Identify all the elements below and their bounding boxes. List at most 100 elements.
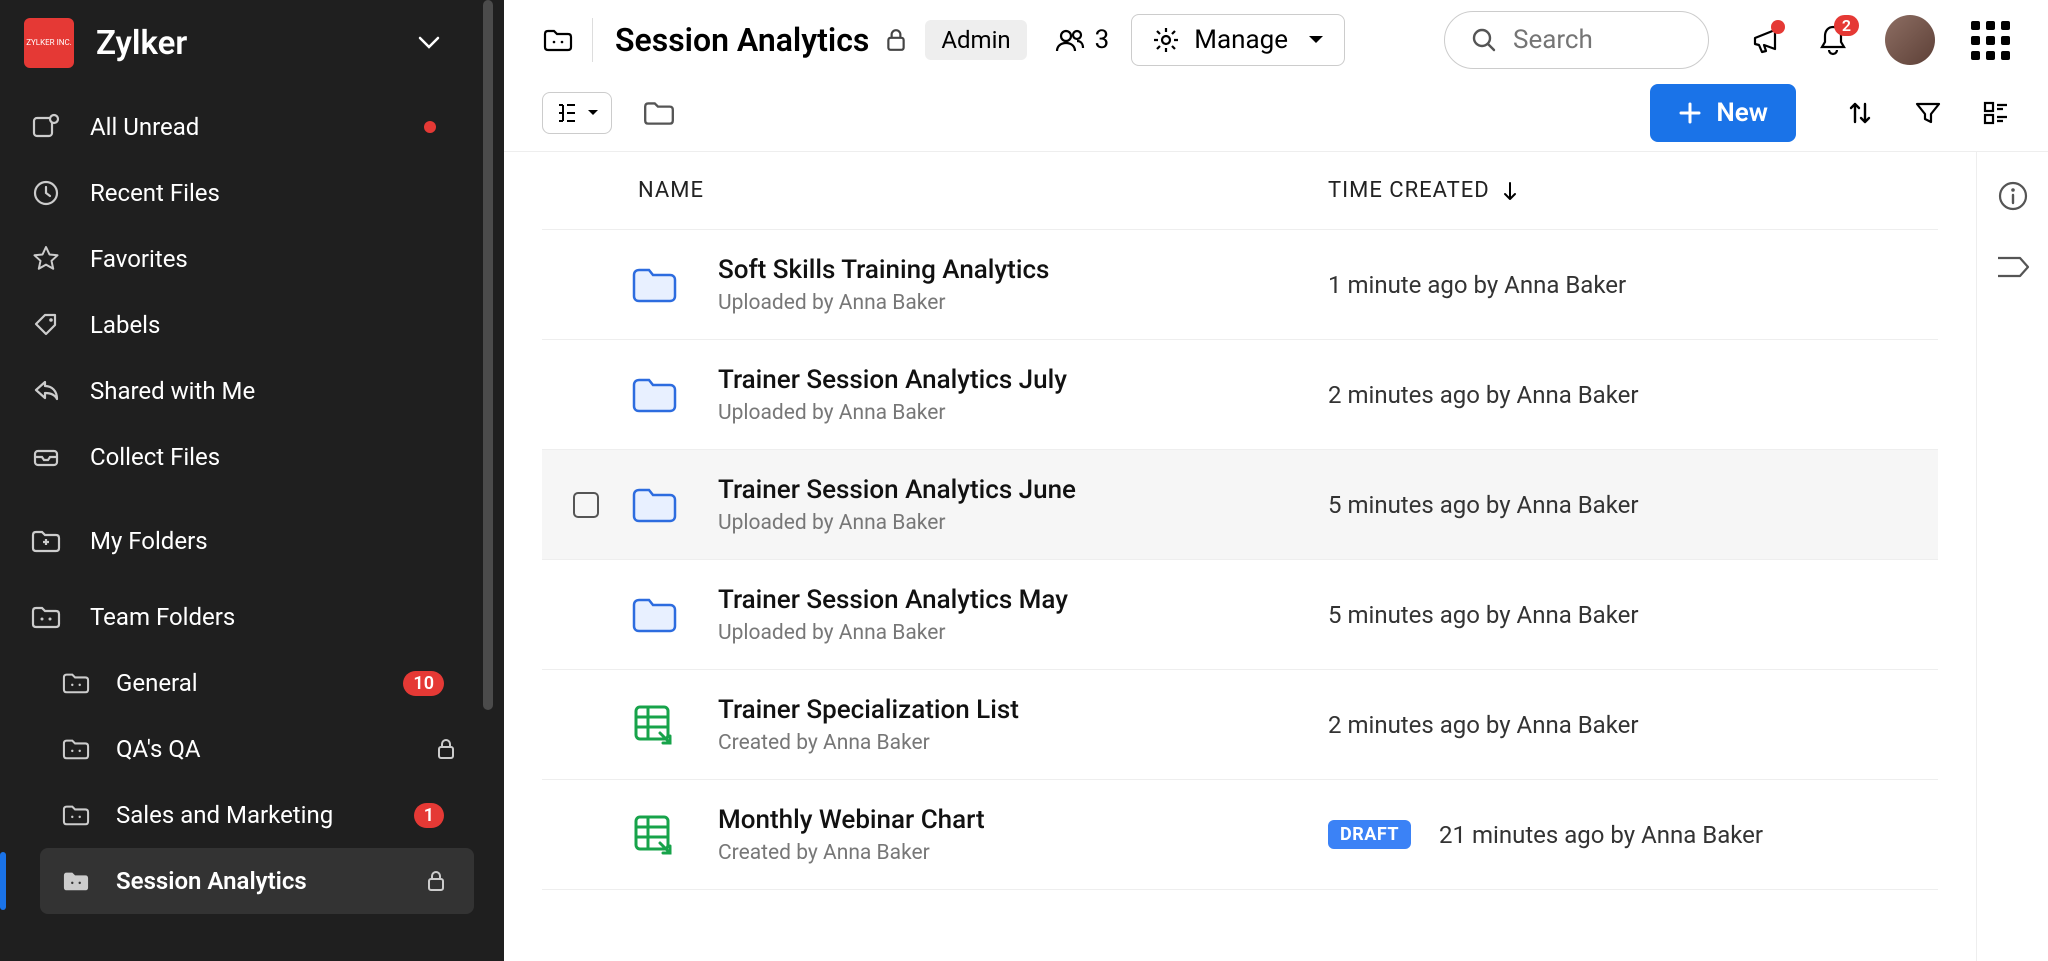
sidebar-item-team-folders[interactable]: Team Folders (0, 584, 484, 650)
sheet-icon (630, 813, 710, 857)
member-count[interactable]: 3 (1055, 25, 1110, 55)
sidebar-item-label: Labels (90, 311, 456, 339)
search-icon (1471, 27, 1497, 53)
share-back-icon (28, 376, 64, 406)
star-icon (28, 244, 64, 274)
tree-view-icon (555, 101, 579, 125)
team-folder-icon (58, 736, 94, 762)
people-icon (1055, 27, 1085, 53)
sidebar-item-label: Session Analytics (116, 867, 416, 895)
folder-nav-icon[interactable] (642, 98, 676, 128)
sidebar-item-all-unread[interactable]: All Unread (0, 94, 484, 160)
manage-label: Manage (1194, 25, 1288, 55)
sidebar-item-general[interactable]: General 10 (0, 650, 484, 716)
row-checkbox[interactable] (573, 492, 599, 518)
org-name: Zylker (96, 24, 418, 63)
sort-desc-icon (1502, 181, 1518, 201)
table-row[interactable]: Trainer Session Analytics JuneUploaded b… (542, 450, 1938, 560)
role-chip: Admin (925, 20, 1026, 60)
sidebar-item-session-analytics[interactable]: Session Analytics (40, 848, 474, 914)
clock-icon (28, 178, 64, 208)
chevron-down-icon (418, 36, 440, 50)
main-content: Session Analytics Admin 3 Manage (504, 0, 2048, 961)
unread-dot-icon (424, 121, 436, 133)
row-subtitle: Uploaded by Anna Baker (718, 401, 1328, 425)
table-row[interactable]: Soft Skills Training AnalyticsUploaded b… (542, 230, 1938, 340)
notification-dot-icon (1771, 20, 1785, 34)
sort-button[interactable] (1846, 99, 1874, 127)
row-time: 2 minutes ago by Anna Baker (1328, 711, 1938, 739)
lock-icon (885, 28, 907, 52)
lock-icon (436, 738, 456, 760)
row-subtitle: Created by Anna Baker (718, 731, 1328, 755)
row-title: Trainer Specialization List (718, 695, 1328, 725)
filter-button[interactable] (1914, 99, 1942, 127)
row-time: 2 minutes ago by Anna Baker (1328, 381, 1938, 409)
member-count-value: 3 (1095, 25, 1110, 55)
sidebar-item-collect-files[interactable]: Collect Files (0, 424, 484, 490)
sidebar-item-shared-with-me[interactable]: Shared with Me (0, 358, 484, 424)
row-title: Trainer Session Analytics July (718, 365, 1328, 395)
info-button[interactable] (1997, 180, 2029, 212)
folder-icon (630, 265, 710, 305)
team-folder-icon (58, 802, 94, 828)
count-badge: 1 (414, 803, 444, 828)
row-title: Trainer Session Analytics June (718, 475, 1328, 505)
new-button[interactable]: New (1650, 84, 1796, 142)
row-time: 1 minute ago by Anna Baker (1328, 271, 1938, 299)
avatar[interactable] (1885, 15, 1935, 65)
row-subtitle: Created by Anna Baker (718, 841, 1328, 865)
caret-down-icon (1308, 35, 1324, 45)
row-time: DRAFT21 minutes ago by Anna Baker (1328, 820, 1938, 849)
sidebar-item-qas-qa[interactable]: QA's QA (0, 716, 484, 782)
sidebar-item-sales-and-marketing[interactable]: Sales and Marketing 1 (0, 782, 484, 848)
table-row[interactable]: Trainer Session Analytics July Uploaded b… (542, 340, 1938, 450)
sidebar-item-favorites[interactable]: Favorites (0, 226, 484, 292)
file-list: NAME TIME CREATED Soft Skills Training A… (504, 152, 1976, 961)
sidebar-item-my-folders[interactable]: My Folders (0, 508, 484, 574)
column-header-time[interactable]: TIME CREATED (1328, 178, 1938, 203)
notifications-button[interactable]: 2 (1817, 23, 1849, 57)
view-mode-toggle[interactable] (542, 92, 612, 134)
gear-icon (1152, 26, 1180, 54)
tag-button[interactable] (1996, 254, 2030, 280)
row-title: Monthly Webinar Chart (718, 805, 1328, 835)
folder-icon (630, 485, 710, 525)
sheet-icon (630, 703, 710, 747)
sidebar-item-label: QA's QA (116, 735, 426, 763)
sidebar-item-recent-files[interactable]: Recent Files (0, 160, 484, 226)
row-time: 5 minutes ago by Anna Baker (1328, 491, 1938, 519)
org-switcher[interactable]: ZYLKER INC. Zylker (0, 0, 484, 86)
row-title: Soft Skills Training Analytics (718, 255, 1328, 285)
team-folder-icon (28, 603, 64, 631)
scrollbar-thumb[interactable] (483, 0, 493, 710)
lock-icon (426, 870, 446, 892)
toolbar: New (504, 80, 2048, 152)
table-header: NAME TIME CREATED (542, 152, 1938, 230)
search-box[interactable] (1444, 11, 1709, 69)
sidebar-item-label: Favorites (90, 245, 456, 273)
divider (592, 18, 593, 62)
topbar: Session Analytics Admin 3 Manage (504, 0, 2048, 80)
table-row[interactable]: Trainer Specialization List Created by An… (542, 670, 1938, 780)
folder-icon (630, 375, 710, 415)
manage-button[interactable]: Manage (1131, 14, 1345, 66)
layout-options-button[interactable] (1982, 99, 2010, 127)
search-input[interactable] (1513, 25, 1682, 55)
table-row[interactable]: Trainer Session Analytics MayUploaded by… (542, 560, 1938, 670)
sidebar-scrollbar[interactable] (483, 0, 493, 961)
sidebar-item-label: Collect Files (90, 443, 456, 471)
apps-menu-icon[interactable] (1971, 21, 2010, 60)
row-title: Trainer Session Analytics May (718, 585, 1328, 615)
table-row[interactable]: Monthly Webinar Chart Created by Anna Bak… (542, 780, 1938, 890)
column-header-name[interactable]: NAME (630, 178, 1328, 203)
sidebar-item-label: Team Folders (90, 603, 456, 631)
tag-icon (28, 310, 64, 340)
new-label: New (1716, 98, 1768, 128)
breadcrumb-root-icon[interactable] (542, 25, 574, 55)
sidebar-item-labels[interactable]: Labels (0, 292, 484, 358)
sidebar-item-label: All Unread (90, 113, 424, 141)
draft-badge: DRAFT (1328, 820, 1411, 849)
announcements-button[interactable] (1749, 24, 1781, 56)
notification-badge: 2 (1834, 15, 1859, 36)
